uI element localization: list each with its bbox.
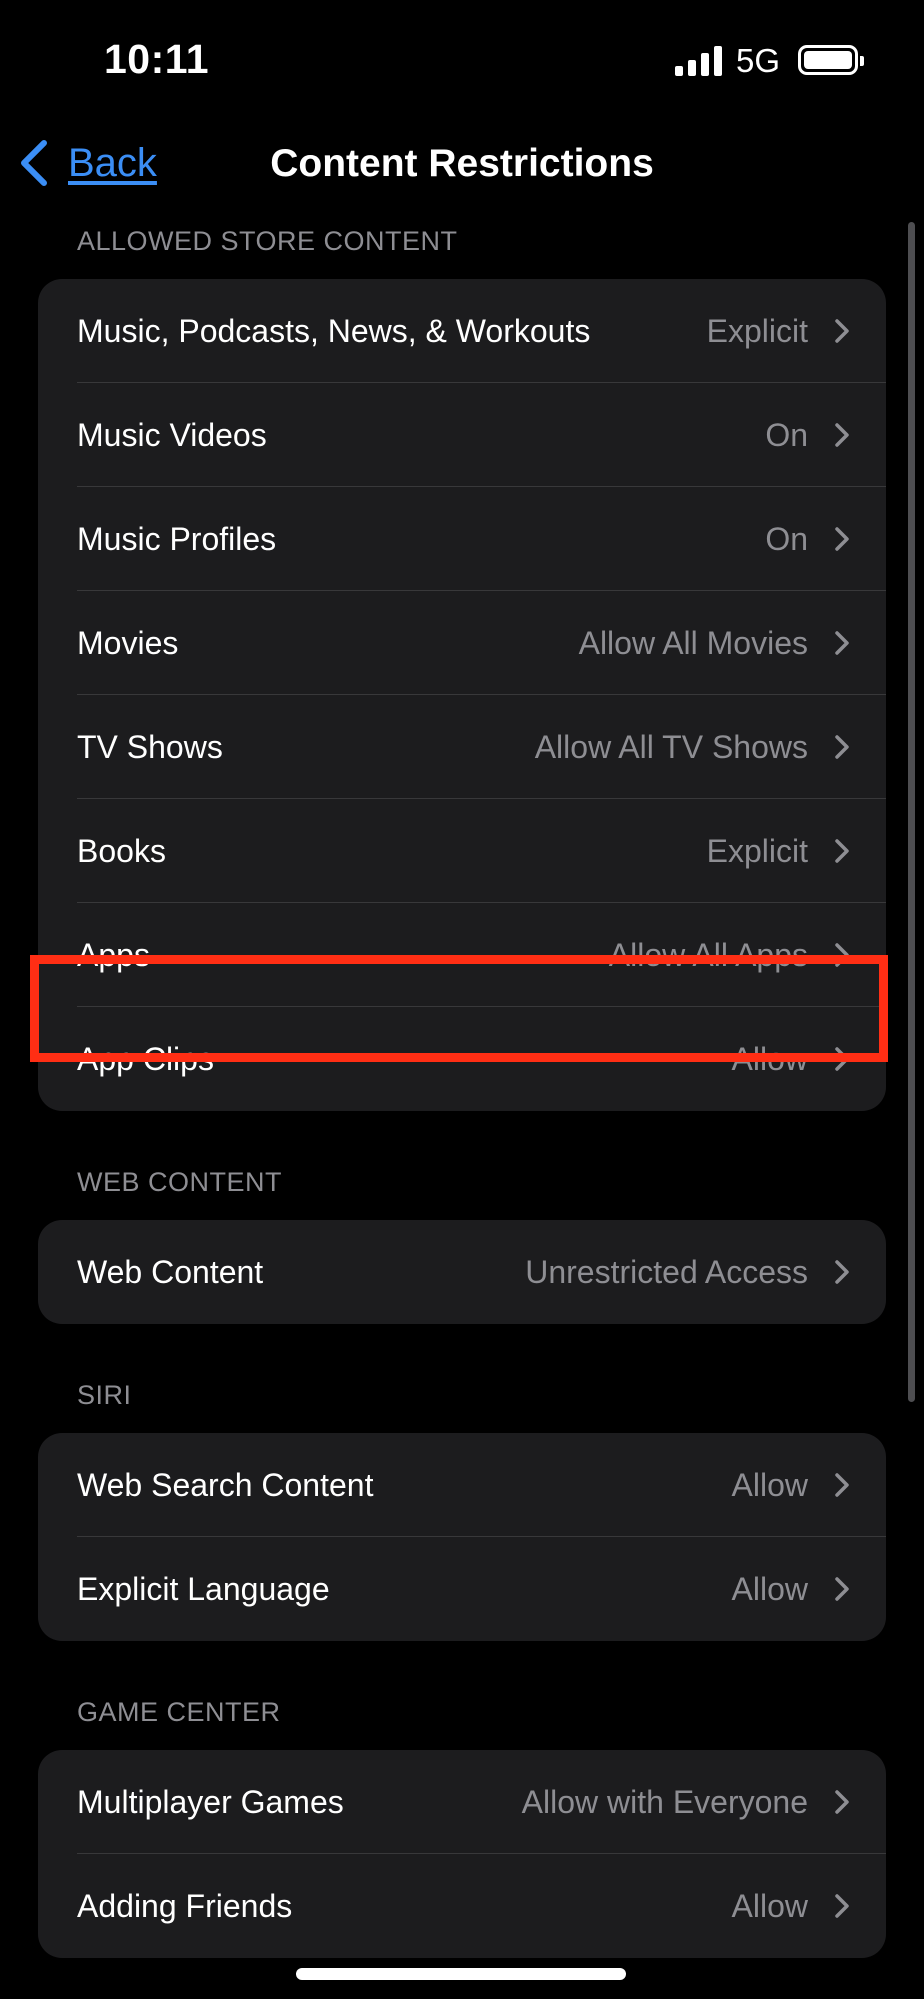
section-header-game-center: GAME CENTER [77, 1697, 281, 1727]
screen: 10:11 5G Content Restrictions Back ALLOW… [0, 0, 924, 1999]
chevron-right-icon [835, 735, 849, 759]
row-label: Books [77, 832, 166, 869]
row-value: Allow [731, 1466, 808, 1503]
settings-row-app-clips[interactable]: App Clips Allow [38, 1007, 886, 1111]
row-value: Explicit [706, 832, 808, 869]
settings-row-books[interactable]: Books Explicit [38, 799, 886, 903]
cellular-signal-icon [675, 46, 723, 76]
settings-row-movies[interactable]: Movies Allow All Movies [38, 591, 886, 695]
row-value: Allow All TV Shows [534, 728, 808, 765]
row-value: Explicit [706, 312, 808, 349]
settings-row-apps[interactable]: Apps Allow All Apps [38, 903, 886, 1007]
chevron-right-icon [835, 423, 849, 447]
chevron-right-icon [835, 527, 849, 551]
row-value: Allow [731, 1040, 808, 1077]
chevron-right-icon [835, 1577, 849, 1601]
chevron-right-icon [835, 1473, 849, 1497]
row-value: Allow with Everyone [521, 1783, 808, 1820]
chevron-left-icon [21, 140, 47, 186]
section-header-allowed-store-content: ALLOWED STORE CONTENT [77, 226, 458, 256]
settings-row-music-profiles[interactable]: Music Profiles On [38, 487, 886, 591]
settings-row-web-search-content[interactable]: Web Search Content Allow [38, 1433, 886, 1537]
chevron-right-icon [835, 839, 849, 863]
settings-row-explicit-language[interactable]: Explicit Language Allow [38, 1537, 886, 1641]
chevron-right-icon [835, 943, 849, 967]
row-label: Web Search Content [77, 1466, 374, 1503]
chevron-right-icon [835, 1790, 849, 1814]
row-value: Allow [731, 1887, 808, 1924]
status-bar: 10:11 5G [0, 0, 924, 120]
row-label: App Clips [77, 1040, 214, 1077]
row-label: Web Content [77, 1253, 264, 1290]
scrollbar[interactable] [908, 222, 915, 1402]
network-type: 5G [736, 42, 781, 79]
battery-icon [798, 45, 864, 75]
settings-row-web-content[interactable]: Web Content Unrestricted Access [38, 1220, 886, 1324]
row-label: Explicit Language [77, 1570, 330, 1607]
navigation-bar: Content Restrictions Back [0, 120, 924, 206]
section-header-siri: SIRI [77, 1380, 132, 1410]
settings-group-game-center: Multiplayer Games Allow with Everyone Addi… [38, 1750, 886, 1958]
chevron-right-icon [835, 1894, 849, 1918]
row-label: Adding Friends [77, 1887, 293, 1924]
row-label: Movies [77, 624, 179, 661]
row-value: Unrestricted Access [525, 1253, 808, 1290]
row-value: Allow All Movies [578, 624, 808, 661]
settings-row-adding-friends[interactable]: Adding Friends Allow [38, 1854, 886, 1958]
settings-row-tv-shows[interactable]: TV Shows Allow All TV Shows [38, 695, 886, 799]
settings-group-siri: Web Search Content Allow Explicit Language… [38, 1433, 886, 1641]
section-header-web-content: WEB CONTENT [77, 1167, 282, 1197]
settings-row-music-podcasts-news-workouts[interactable]: Music, Podcasts, News, & Workouts Explici… [38, 279, 886, 383]
settings-group-web-content: Web Content Unrestricted Access [38, 1220, 886, 1324]
row-label: Music, Podcasts, News, & Workouts [77, 312, 591, 349]
chevron-right-icon [835, 319, 849, 343]
settings-list: ALLOWED STORE CONTENT Music, Podcasts, Ne… [0, 206, 924, 1958]
row-label: Apps [77, 936, 150, 973]
row-value: Allow All Apps [608, 936, 808, 973]
back-label: Back [68, 140, 157, 185]
row-label: Multiplayer Games [77, 1783, 344, 1820]
settings-row-music-videos[interactable]: Music Videos On [38, 383, 886, 487]
back-button[interactable]: Back [18, 136, 157, 190]
settings-row-multiplayer-games[interactable]: Multiplayer Games Allow with Everyone [38, 1750, 886, 1854]
chevron-right-icon [835, 1260, 849, 1284]
settings-group-allowed-store-content: Music, Podcasts, News, & Workouts Explici… [38, 279, 886, 1111]
row-label: TV Shows [77, 728, 223, 765]
home-indicator[interactable] [296, 1968, 626, 1980]
chevron-right-icon [835, 631, 849, 655]
row-value: Allow [731, 1570, 808, 1607]
row-label: Music Profiles [77, 520, 277, 557]
status-time: 10:11 [104, 36, 210, 82]
row-value: On [765, 520, 808, 557]
row-label: Music Videos [77, 416, 267, 453]
row-value: On [765, 416, 808, 453]
chevron-right-icon [835, 1047, 849, 1071]
